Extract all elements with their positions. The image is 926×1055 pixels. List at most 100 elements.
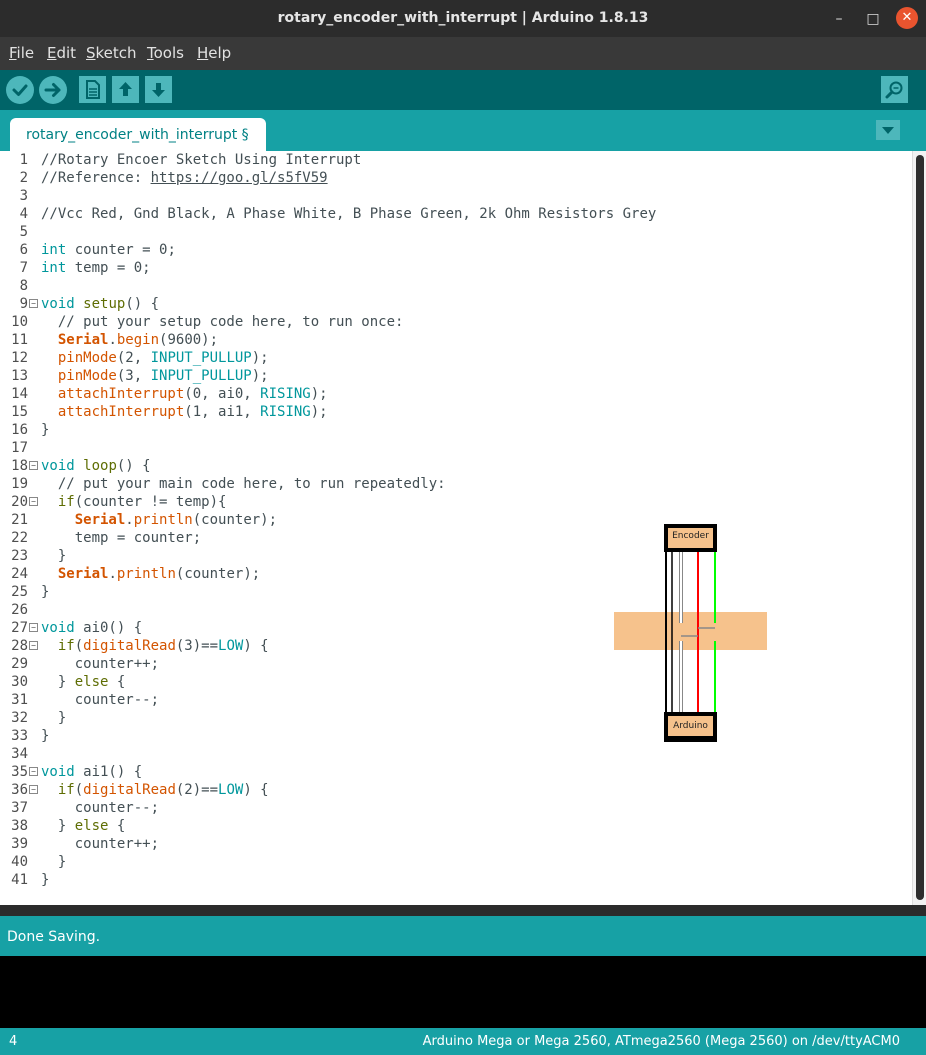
code-line: 29 counter++; xyxy=(0,655,905,673)
code-line: 17 xyxy=(0,439,905,457)
resistor-band xyxy=(614,612,767,650)
code-text: // put your setup code here, to run once… xyxy=(57,314,404,330)
code-text: counter++; xyxy=(41,656,160,672)
arduino-label: Arduino xyxy=(673,721,708,731)
code-line: 10 // put your setup code here, to run o… xyxy=(0,313,905,331)
code-line: 11 Serial.begin(9600); xyxy=(0,331,905,349)
code-line: 5 xyxy=(0,223,905,241)
line-number: 15 xyxy=(11,404,28,420)
code-line: 22 temp = counter; xyxy=(0,529,905,547)
line-number: 18 xyxy=(11,458,28,474)
code-line: 41} xyxy=(0,871,905,889)
fold-toggle-icon[interactable]: − xyxy=(29,623,38,632)
serial-monitor-icon xyxy=(885,81,903,99)
code-text: //Vcc Red, Gnd Black, A Phase White, B P… xyxy=(41,206,657,222)
code-line: 1 //Rotary Encoer Sketch Using Interrupt xyxy=(0,151,905,169)
code-text: attachInterrupt(0, ai0, RISING); xyxy=(57,386,328,402)
code-line: 21 Serial.println(counter); xyxy=(0,511,905,529)
code-line: 4 //Vcc Red, Gnd Black, A Phase White, B … xyxy=(0,205,905,223)
line-number: 26 xyxy=(11,602,28,618)
panel-divider[interactable] xyxy=(0,905,926,916)
code-text: counter--; xyxy=(41,800,160,816)
fold-toggle-icon[interactable]: − xyxy=(29,785,38,794)
fold-toggle-icon[interactable]: − xyxy=(29,767,38,776)
toolbar xyxy=(0,70,926,110)
line-number: 20 xyxy=(11,494,28,510)
line-number: 2 xyxy=(19,170,28,186)
code-editor[interactable]: 1 //Rotary Encoer Sketch Using Interrupt 2… xyxy=(0,151,926,905)
status-message: Done Saving. xyxy=(7,929,101,945)
code-line: 15 attachInterrupt(1, ai1, RISING); xyxy=(0,403,905,421)
status-area: Done Saving. xyxy=(0,916,926,956)
editor-scrollbar[interactable] xyxy=(912,151,926,905)
code-text: if(counter != temp){ xyxy=(57,494,227,510)
code-text: if(digitalRead(2)==LOW) { xyxy=(57,782,269,798)
line-number: 28 xyxy=(11,638,28,654)
fold-toggle-icon[interactable]: − xyxy=(29,497,38,506)
code-line: 12 pinMode(2, INPUT_PULLUP); xyxy=(0,349,905,367)
verify-icon xyxy=(12,84,28,96)
code-line: 16} xyxy=(0,421,905,439)
tab-menu-button[interactable] xyxy=(876,120,900,140)
code-line: 38 } else { xyxy=(0,817,905,835)
code-text: Serial.println(counter); xyxy=(74,512,278,528)
line-number: 32 xyxy=(11,710,28,726)
code-text: pinMode(2, INPUT_PULLUP); xyxy=(57,350,269,366)
tab-sketch[interactable]: rotary_encoder_with_interrupt § xyxy=(10,118,266,151)
code-line: 8 xyxy=(0,277,905,295)
menu-file[interactable]: File xyxy=(9,37,34,70)
code-text: } else { xyxy=(41,674,126,690)
scroll-thumb[interactable] xyxy=(916,155,924,900)
code-text: Serial.println(counter); xyxy=(57,566,261,582)
new-button[interactable] xyxy=(79,76,106,103)
menu-bar: File Edit Sketch Tools Help xyxy=(0,37,926,70)
code-text: attachInterrupt(1, ai1, RISING); xyxy=(57,404,328,420)
code-text: //Rotary Encoer Sketch Using Interrupt xyxy=(41,152,362,168)
code-line: 6 int counter = 0; xyxy=(0,241,905,259)
current-line-number: 4 xyxy=(9,1034,18,1049)
console-output[interactable] xyxy=(0,956,926,1028)
menu-tools[interactable]: Tools xyxy=(147,37,184,70)
line-number: 21 xyxy=(11,512,28,528)
bottom-status-bar: 4 Arduino Mega or Mega 2560, ATmega2560 … xyxy=(0,1028,926,1055)
line-number: 1 xyxy=(19,152,28,168)
code-line: 3 xyxy=(0,187,905,205)
code-line: 19 // put your main code here, to run re… xyxy=(0,475,905,493)
code-text: Serial.begin(9600); xyxy=(57,332,219,348)
fold-toggle-icon[interactable]: − xyxy=(29,641,38,650)
line-number: 35 xyxy=(11,764,28,780)
line-number: 13 xyxy=(11,368,28,384)
code-text: } xyxy=(41,584,50,600)
code-line: 30 } else { xyxy=(0,673,905,691)
open-button[interactable] xyxy=(112,76,139,103)
code-text: } xyxy=(41,854,67,870)
code-text: void ai0() { xyxy=(41,620,143,636)
code-line: 24 Serial.println(counter); xyxy=(0,565,905,583)
code-line: 36− if(digitalRead(2)==LOW) { xyxy=(0,781,905,799)
code-line: 40 } xyxy=(0,853,905,871)
line-number: 9 xyxy=(19,296,28,312)
save-button[interactable] xyxy=(145,76,172,103)
line-number: 16 xyxy=(11,422,28,438)
fold-toggle-icon[interactable]: − xyxy=(29,461,38,470)
open-icon xyxy=(119,82,132,96)
code-line: 13 pinMode(3, INPUT_PULLUP); xyxy=(0,367,905,385)
menu-sketch[interactable]: Sketch xyxy=(86,37,137,70)
chevron-down-icon xyxy=(882,127,894,134)
line-number: 17 xyxy=(11,440,28,456)
maximize-button[interactable]: □ xyxy=(862,8,884,30)
code-line: 25} xyxy=(0,583,905,601)
line-number: 37 xyxy=(11,800,28,816)
fold-toggle-icon[interactable]: − xyxy=(29,299,38,308)
upload-button[interactable] xyxy=(39,76,67,104)
code-line: 39 counter++; xyxy=(0,835,905,853)
close-button[interactable]: ✕ xyxy=(896,7,918,29)
menu-help[interactable]: Help xyxy=(197,37,231,70)
menu-edit[interactable]: Edit xyxy=(47,37,76,70)
minimize-button[interactable]: – xyxy=(828,8,850,30)
save-icon xyxy=(152,83,165,97)
line-number: 24 xyxy=(11,566,28,582)
line-number: 3 xyxy=(19,188,28,204)
verify-button[interactable] xyxy=(6,76,34,104)
serial-monitor-button[interactable] xyxy=(881,76,908,103)
